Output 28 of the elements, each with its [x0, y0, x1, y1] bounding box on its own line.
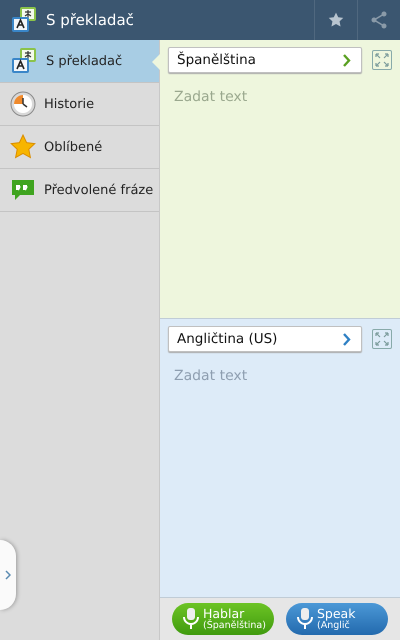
- translator-icon: [10, 47, 38, 75]
- expand-icon[interactable]: [372, 50, 392, 70]
- sidebar-item[interactable]: Historie: [0, 83, 159, 126]
- microphone-icon: [182, 607, 200, 631]
- sidebar-item-label: Předvolené fráze: [44, 182, 154, 198]
- voice-input-button[interactable]: Speak (Anglič: [286, 603, 388, 635]
- star-icon[interactable]: [328, 12, 344, 28]
- sidebar-item[interactable]: Předvolené fráze: [0, 169, 159, 212]
- language-selector[interactable]: Španělština: [168, 47, 362, 73]
- app-title: S překladač: [46, 11, 135, 29]
- drawer-handle[interactable]: [0, 540, 16, 610]
- share-icon[interactable]: [370, 11, 388, 29]
- sidebar-item[interactable]: Oblíbené: [0, 126, 159, 169]
- sidebar-item-label: S překladač: [46, 54, 122, 68]
- language-selector[interactable]: Angličtina (US): [168, 326, 362, 352]
- text-input-field[interactable]: Zadat text: [168, 368, 392, 384]
- chevron-right-icon: [343, 332, 351, 346]
- text-input-field[interactable]: Zadat text: [168, 89, 392, 105]
- sidebar-item-label: Oblíbené: [44, 140, 102, 154]
- app-logo-icon: [10, 6, 38, 34]
- sidebar-item[interactable]: S překladač: [0, 40, 159, 83]
- microphone-icon: [296, 607, 314, 631]
- quote-bubble-icon: [10, 178, 36, 202]
- chevron-right-icon: [343, 54, 351, 66]
- clock-icon: [10, 91, 36, 117]
- star-icon: [10, 134, 36, 160]
- sidebar-item-label: Historie: [44, 96, 94, 112]
- expand-icon[interactable]: [372, 329, 392, 349]
